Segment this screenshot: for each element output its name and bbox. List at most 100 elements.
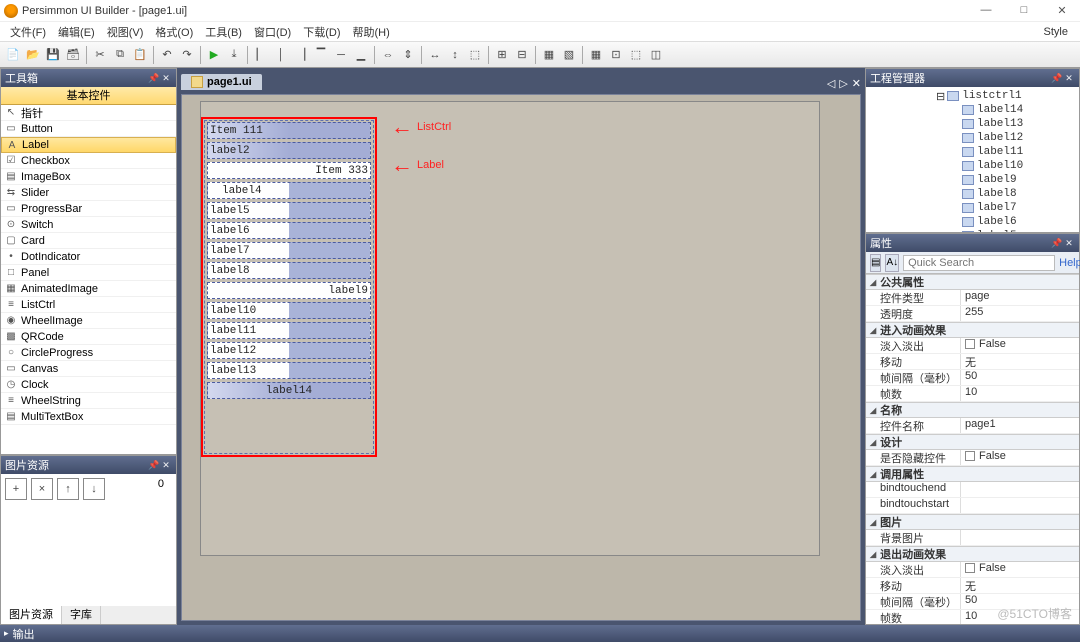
nav-left-icon[interactable]: ◁: [827, 77, 835, 90]
label-widget[interactable]: label8: [207, 262, 371, 279]
label-widget[interactable]: label14: [207, 382, 371, 399]
label-widget[interactable]: label5: [207, 202, 371, 219]
pin-icon[interactable]: 📌: [1051, 238, 1063, 249]
document-tab[interactable]: page1.ui: [181, 74, 262, 90]
label-widget[interactable]: label6: [207, 222, 371, 239]
misc-icon[interactable]: ◫: [647, 46, 665, 64]
dist-h-icon[interactable]: ⇔: [379, 46, 397, 64]
up-button[interactable]: ↑: [57, 478, 79, 500]
property-row[interactable]: 移动无: [866, 578, 1079, 594]
sort-icon[interactable]: A↓: [885, 254, 899, 272]
close-icon[interactable]: ✕: [160, 73, 172, 84]
ungroup-icon[interactable]: ⊟: [513, 46, 531, 64]
menu-item[interactable]: 视图(V): [101, 24, 150, 40]
close-icon[interactable]: ✕: [1063, 238, 1075, 249]
tree-node[interactable]: label7: [866, 201, 1079, 215]
menu-item[interactable]: 窗口(D): [248, 24, 297, 40]
toolbox-item[interactable]: ◉WheelImage: [1, 313, 176, 329]
property-category[interactable]: 公共属性: [866, 274, 1079, 290]
label-widget[interactable]: label10: [207, 302, 371, 319]
tree-node[interactable]: label8: [866, 187, 1079, 201]
align-left-icon[interactable]: ▏: [252, 46, 270, 64]
toolbox-item[interactable]: ▭Canvas: [1, 361, 176, 377]
cut-icon[interactable]: ✂: [91, 46, 109, 64]
toolbox-item[interactable]: ▩QRCode: [1, 329, 176, 345]
output-panel-header[interactable]: 输出: [0, 625, 1080, 642]
lock-icon[interactable]: ⬚: [627, 46, 645, 64]
maximize-button[interactable]: □: [1010, 4, 1038, 17]
toolbox-item[interactable]: ▢Card: [1, 233, 176, 249]
toolbox-item[interactable]: ▤MultiTextBox: [1, 409, 176, 425]
group-icon[interactable]: ⊞: [493, 46, 511, 64]
menu-item[interactable]: 下载(D): [297, 24, 346, 40]
dist-v-icon[interactable]: ⇕: [399, 46, 417, 64]
align-right-icon[interactable]: ▕: [292, 46, 310, 64]
align-top-icon[interactable]: ▔: [312, 46, 330, 64]
align-center-icon[interactable]: │: [272, 46, 290, 64]
property-category[interactable]: 进入动画效果: [866, 322, 1079, 338]
down-button[interactable]: ↓: [83, 478, 105, 500]
same-height-icon[interactable]: ↕: [446, 46, 464, 64]
toolbox-item[interactable]: ○CircleProgress: [1, 345, 176, 361]
close-button[interactable]: ✕: [1048, 4, 1076, 17]
property-row[interactable]: 帧间隔（毫秒）50: [866, 370, 1079, 386]
pin-icon[interactable]: 📌: [148, 460, 160, 471]
send-back-icon[interactable]: ▧: [560, 46, 578, 64]
same-width-icon[interactable]: ↔: [426, 46, 444, 64]
tab-fonts[interactable]: 字库: [62, 606, 101, 624]
toolbox-item[interactable]: •DotIndicator: [1, 249, 176, 265]
toolbox-item[interactable]: ALabel: [1, 137, 176, 153]
close-icon[interactable]: ✕: [160, 460, 172, 471]
design-surface[interactable]: Item 111label2Item 333label4label5label6…: [200, 101, 820, 556]
tree-node[interactable]: label13: [866, 117, 1079, 131]
menu-item[interactable]: 格式(O): [149, 24, 199, 40]
property-row[interactable]: 淡入淡出False: [866, 562, 1079, 578]
tree-node[interactable]: label11: [866, 145, 1079, 159]
toolbox-tab[interactable]: 基本控件: [1, 87, 176, 105]
label-widget[interactable]: label7: [207, 242, 371, 259]
toolbox-item[interactable]: ◷Clock: [1, 377, 176, 393]
property-row[interactable]: 控件类型page: [866, 290, 1079, 306]
property-category[interactable]: 退出动画效果: [866, 546, 1079, 562]
property-row[interactable]: bindtouchend: [866, 482, 1079, 498]
listctrl-widget[interactable]: Item 111label2Item 333label4label5label6…: [201, 117, 377, 457]
tree-node[interactable]: label14: [866, 103, 1079, 117]
paste-icon[interactable]: 📋: [131, 46, 149, 64]
property-category[interactable]: 调用属性: [866, 466, 1079, 482]
run-icon[interactable]: ▶: [205, 46, 223, 64]
property-row[interactable]: 淡入淡出False: [866, 338, 1079, 354]
label-widget[interactable]: Item 333: [207, 162, 371, 179]
label-widget[interactable]: label11: [207, 322, 371, 339]
property-row[interactable]: 背景图片: [866, 530, 1079, 546]
property-row[interactable]: 是否隐藏控件False: [866, 450, 1079, 466]
saveall-icon[interactable]: 🗃: [64, 46, 82, 64]
tree-node[interactable]: ⊟listctrl1: [866, 89, 1079, 103]
property-row[interactable]: 移动无: [866, 354, 1079, 370]
nav-right-icon[interactable]: ▷: [839, 77, 847, 90]
pin-icon[interactable]: 📌: [148, 73, 160, 84]
label-widget[interactable]: label2: [207, 142, 371, 159]
new-icon[interactable]: 📄: [4, 46, 22, 64]
categorize-icon[interactable]: ▤: [870, 254, 881, 272]
nav-close-icon[interactable]: ✕: [852, 77, 861, 90]
close-icon[interactable]: ✕: [1063, 73, 1075, 84]
same-size-icon[interactable]: ⬚: [466, 46, 484, 64]
add-button[interactable]: +: [5, 478, 27, 500]
toolbox-item[interactable]: ↖指针: [1, 105, 176, 121]
menu-item[interactable]: 编辑(E): [52, 24, 101, 40]
toolbox-item[interactable]: ▤ImageBox: [1, 169, 176, 185]
tree-node[interactable]: label9: [866, 173, 1079, 187]
bring-front-icon[interactable]: ▦: [540, 46, 558, 64]
open-icon[interactable]: 📂: [24, 46, 42, 64]
property-row[interactable]: 控件名称page1: [866, 418, 1079, 434]
minimize-button[interactable]: —: [972, 4, 1000, 17]
menu-item[interactable]: 帮助(H): [347, 24, 396, 40]
toolbox-item[interactable]: ☑Checkbox: [1, 153, 176, 169]
toolbox-item[interactable]: ⊙Switch: [1, 217, 176, 233]
snap-icon[interactable]: ⊡: [607, 46, 625, 64]
download-icon[interactable]: ⤓: [225, 46, 243, 64]
property-row[interactable]: bindtouchstart: [866, 498, 1079, 514]
pin-icon[interactable]: 📌: [1051, 73, 1063, 84]
tree-node[interactable]: label12: [866, 131, 1079, 145]
style-menu[interactable]: Style: [1036, 26, 1076, 38]
